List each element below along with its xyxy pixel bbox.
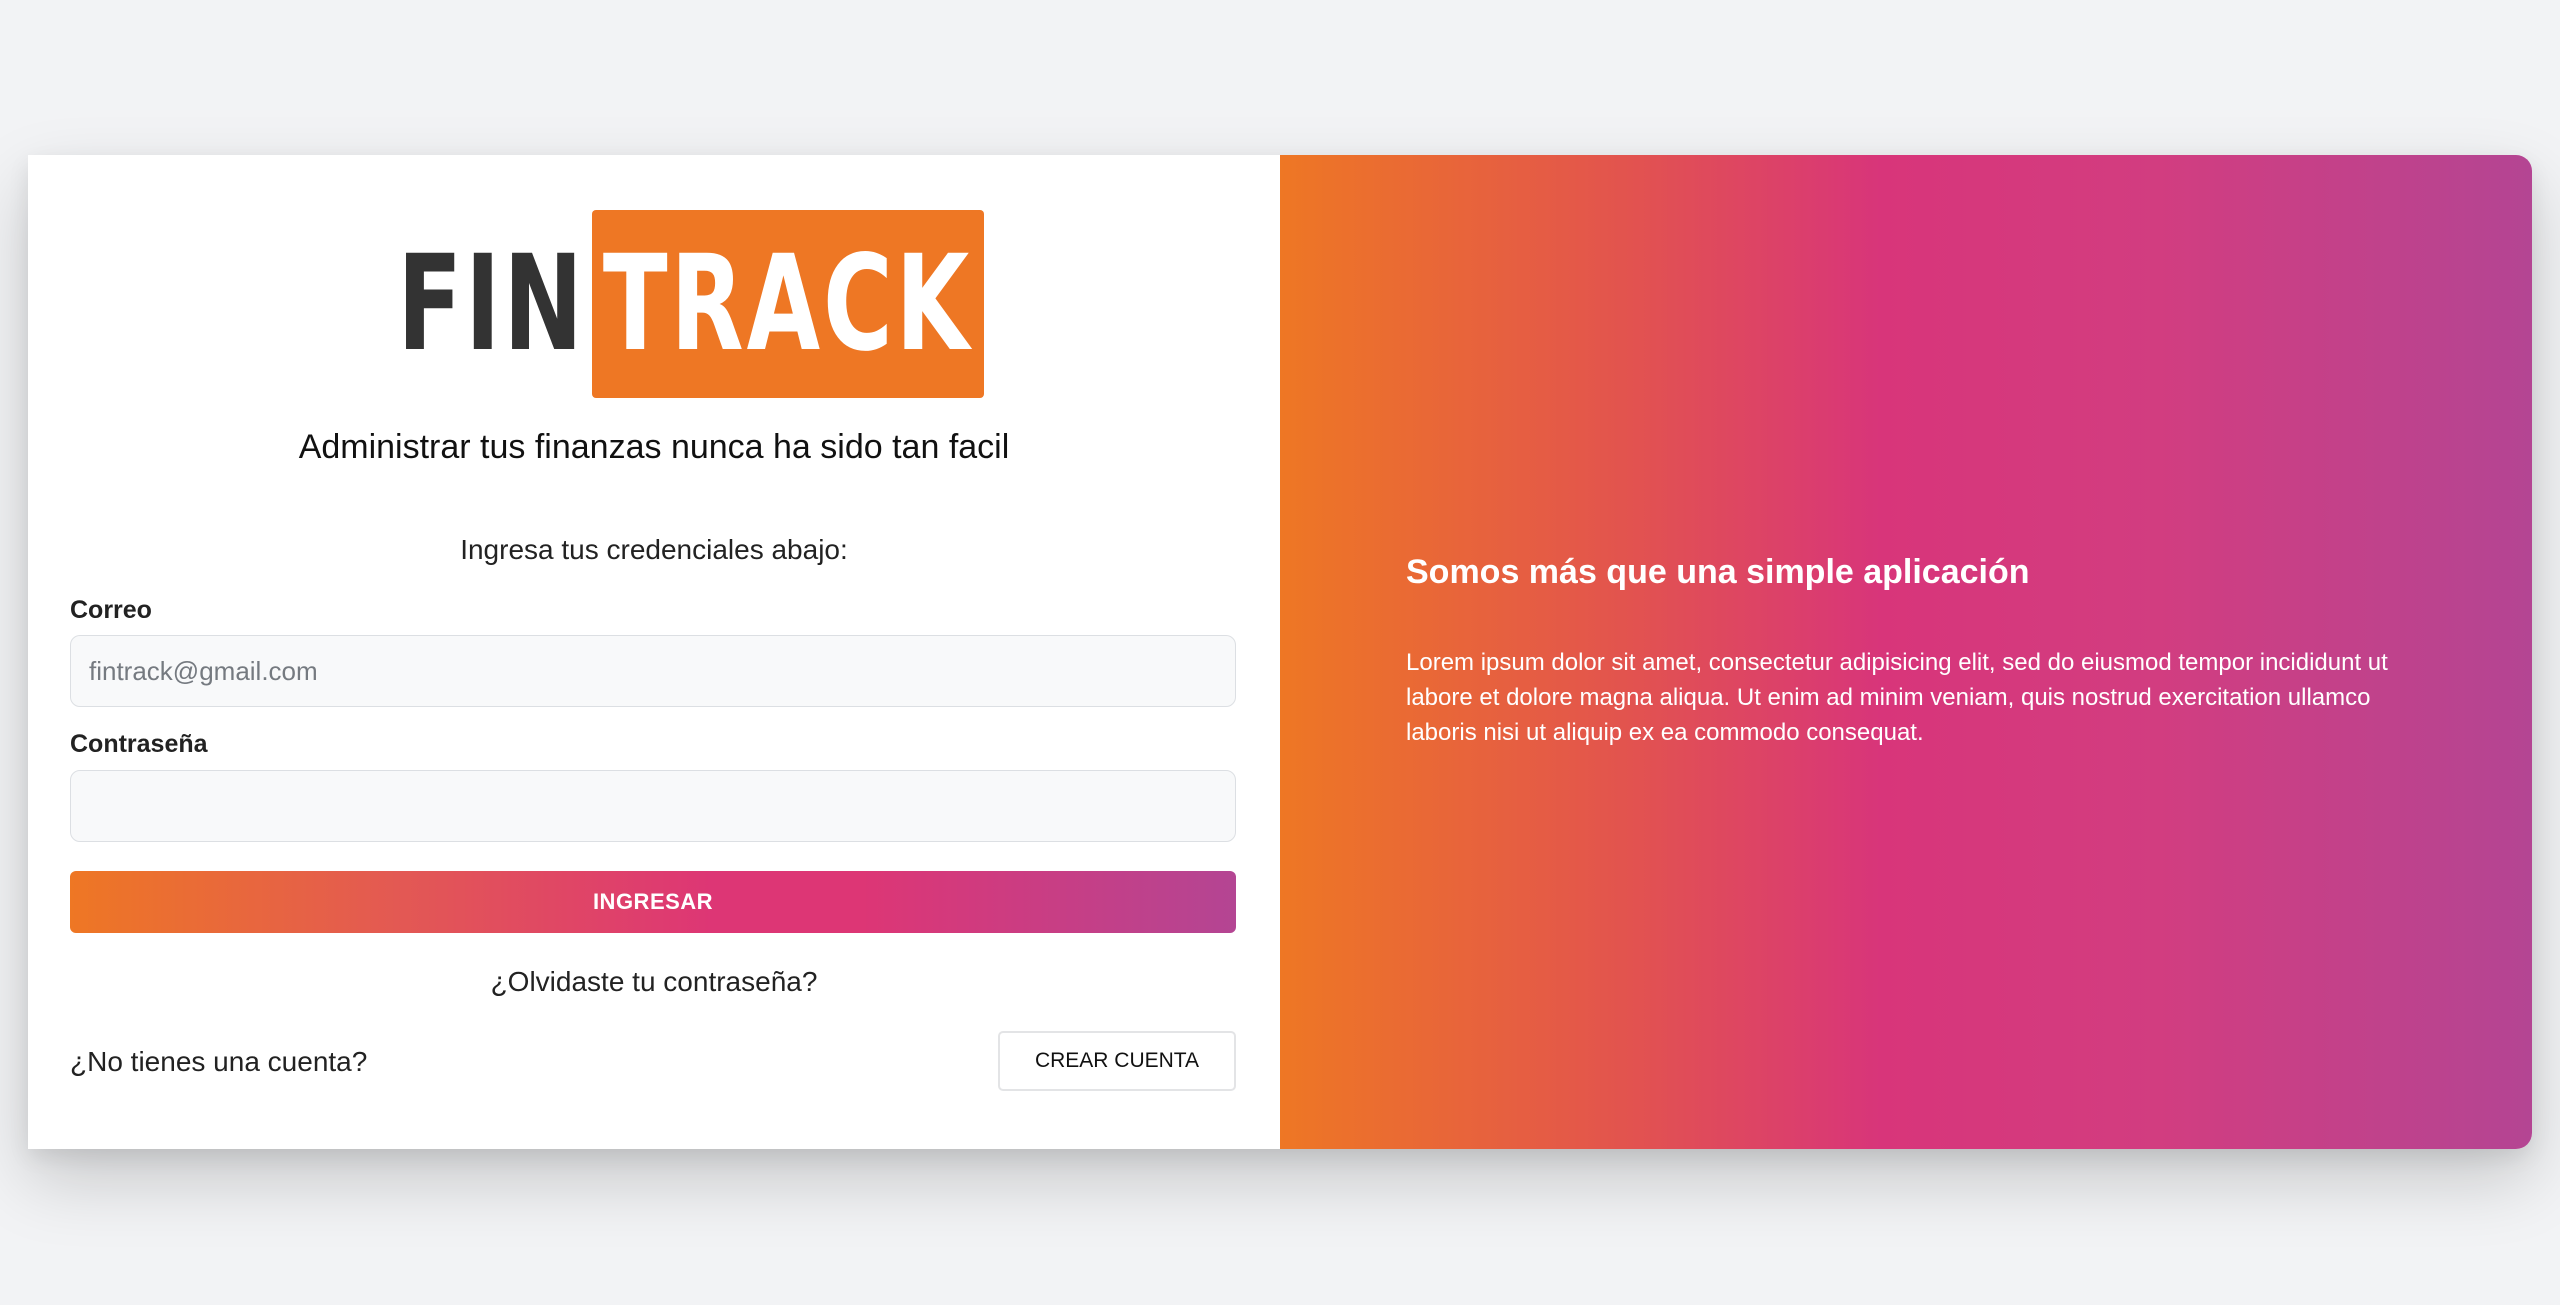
fintrack-logo: FIN TRACK <box>28 210 1280 398</box>
promo-title: Somos más que una simple aplicación <box>1406 553 2030 591</box>
email-field[interactable] <box>70 635 1236 707</box>
logo-text-fin: FIN <box>397 227 586 381</box>
no-account-prompt: ¿No tienes una cuenta? <box>70 1046 368 1077</box>
password-field[interactable] <box>70 770 1236 842</box>
logo-text-track: TRACK <box>603 227 973 381</box>
promo-panel: Somos más que una simple aplicación Lore… <box>1280 155 2532 1149</box>
promo-text: Lorem ipsum dolor sit amet, consectetur … <box>1406 649 2388 746</box>
forgot-password-link[interactable]: ¿Olvidaste tu contraseña? <box>28 966 1280 998</box>
password-label: Contraseña <box>70 730 208 758</box>
login-button[interactable]: INGRESAR <box>70 871 1236 933</box>
email-label: Correo <box>70 596 152 624</box>
login-panel: FIN TRACK Administrar tus finanzas nunca… <box>28 155 1280 1149</box>
login-card: FIN TRACK Administrar tus finanzas nunca… <box>28 155 2532 1149</box>
logo-track-box: TRACK <box>591 210 984 398</box>
tagline: Administrar tus finanzas nunca ha sido t… <box>298 428 1010 466</box>
create-account-button[interactable]: CREAR CUENTA <box>998 1031 1236 1091</box>
credentials-instruction: Ingresa tus credenciales abajo: <box>460 534 848 565</box>
